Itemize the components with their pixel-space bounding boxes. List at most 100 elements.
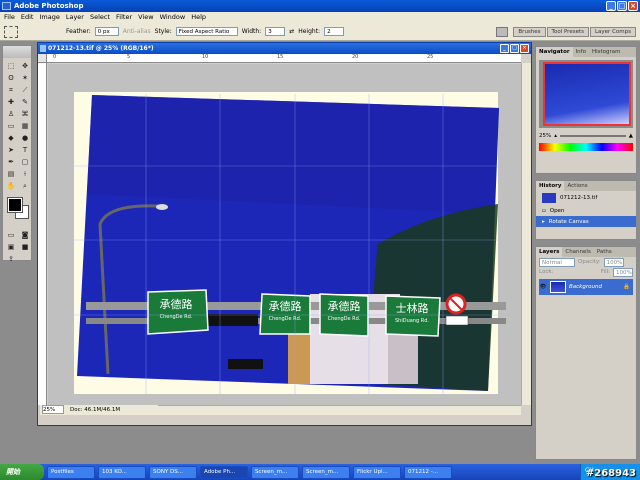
task-screen-1[interactable]: Screen_m...: [251, 465, 299, 479]
minimize-button[interactable]: _: [606, 1, 616, 11]
navigator-zoom-value[interactable]: 25%: [539, 133, 551, 139]
zoom-field[interactable]: 25%: [42, 405, 64, 414]
history-item-open[interactable]: ▫ Open: [536, 205, 636, 216]
history-panel: History Actions 071212-13.tif ▫ Open ▸ R…: [535, 180, 637, 240]
opacity-input[interactable]: 100%: [603, 257, 624, 267]
gradient-tool-icon[interactable]: ▦: [19, 121, 31, 132]
task-photoshop[interactable]: Adobe Ph...: [200, 465, 248, 479]
start-button[interactable]: 開始: [0, 464, 44, 480]
zoom-in-icon[interactable]: ▲: [629, 133, 633, 139]
width-input[interactable]: 3: [265, 27, 286, 36]
doc-minimize-button[interactable]: _: [500, 44, 509, 53]
style-select[interactable]: Fixed Aspect Ratio: [175, 27, 238, 36]
lasso-tool-icon[interactable]: ʘ: [5, 73, 17, 84]
screen-mode-full-icon[interactable]: ■: [19, 242, 31, 253]
menu-layer[interactable]: Layer: [66, 12, 84, 23]
history-item-rotate-canvas[interactable]: ▸ Rotate Canvas: [536, 216, 636, 227]
crop-tool-icon[interactable]: ⌗: [5, 85, 17, 96]
history-brush-tool-icon[interactable]: ⌘: [19, 109, 31, 120]
tab-info[interactable]: Info: [573, 47, 589, 57]
move-tool-icon[interactable]: ✥: [19, 61, 31, 72]
navigator-view-box[interactable]: [543, 62, 631, 126]
menu-image[interactable]: Image: [39, 12, 59, 23]
menu-filter[interactable]: Filter: [116, 12, 132, 23]
menu-file[interactable]: File: [4, 12, 15, 23]
eye-icon[interactable]: 👁: [539, 284, 547, 290]
quick-mask-mode-icon[interactable]: ◙: [19, 230, 31, 241]
marquee-tool-preset-icon[interactable]: [4, 25, 18, 38]
canvas-area[interactable]: 承德路 ChengDe Rd. 承德路 ChengDe Rd. 承德路 Chen…: [48, 64, 521, 405]
jump-to-imageready-icon[interactable]: ⇪: [5, 254, 17, 265]
foreground-color-swatch[interactable]: [7, 197, 23, 213]
menu-select[interactable]: Select: [90, 12, 110, 23]
tab-history[interactable]: History: [536, 181, 565, 191]
healing-brush-tool-icon[interactable]: ✚: [5, 97, 17, 108]
type-tool-icon[interactable]: T: [19, 145, 31, 156]
tab-paths[interactable]: Paths: [594, 247, 615, 257]
hand-tool-icon[interactable]: ✋: [5, 181, 17, 192]
feather-label: Feather:: [66, 28, 91, 35]
standard-mode-icon[interactable]: ▭: [5, 230, 17, 241]
menu-window[interactable]: Window: [160, 12, 186, 23]
ruler-origin[interactable]: [38, 54, 47, 63]
notes-tool-icon[interactable]: ▤: [5, 169, 17, 180]
tab-navigator[interactable]: Navigator: [536, 47, 573, 57]
layer-row-background[interactable]: 👁 Background 🔒: [539, 279, 633, 295]
slice-tool-icon[interactable]: ⟋: [19, 85, 31, 96]
maximize-button[interactable]: □: [617, 1, 627, 11]
palette-tab-layer-comps[interactable]: Layer Comps: [589, 27, 636, 37]
close-button[interactable]: ×: [628, 1, 638, 11]
menu-help[interactable]: Help: [191, 12, 206, 23]
magic-wand-tool-icon[interactable]: ✶: [19, 73, 31, 84]
doc-size-info[interactable]: Doc: 46.1M/46.1M: [70, 405, 120, 415]
tab-histogram[interactable]: Histogram: [589, 47, 624, 57]
vertical-scrollbar[interactable]: [521, 63, 531, 405]
tab-actions[interactable]: Actions: [564, 181, 590, 191]
marquee-tool-icon[interactable]: ⬚: [5, 61, 17, 72]
file-browser-icon[interactable]: [496, 27, 509, 37]
task-screen-2[interactable]: Screen_m...: [302, 465, 350, 479]
opacity-label: Opacity:: [578, 259, 601, 265]
dodge-tool-icon[interactable]: ●: [19, 133, 31, 144]
palette-tab-brushes[interactable]: Brushes: [513, 27, 546, 37]
clone-stamp-tool-icon[interactable]: ♙: [5, 109, 17, 120]
horizontal-ruler[interactable]: 0 5 10 15 20 25: [47, 54, 521, 63]
task-071212[interactable]: 071212 -...: [404, 465, 452, 479]
menu-view[interactable]: View: [138, 12, 153, 23]
color-ramp[interactable]: [539, 143, 633, 151]
history-item-label: Rotate Canvas: [548, 218, 589, 225]
screen-mode-standard-icon[interactable]: ▣: [5, 242, 17, 253]
task-postfiles[interactable]: Postfiles: [47, 465, 95, 479]
zoom-slider[interactable]: [560, 135, 626, 137]
path-selection-tool-icon[interactable]: ➤: [5, 145, 17, 156]
layers-panel: Layers Channels Paths Normal Opacity: 10…: [535, 246, 637, 460]
tab-channels[interactable]: Channels: [562, 247, 593, 257]
swap-icon[interactable]: ⇄: [289, 28, 294, 35]
fill-input[interactable]: 100%: [613, 267, 633, 277]
task-ko[interactable]: 103 KO...: [98, 465, 146, 479]
eyedropper-tool-icon[interactable]: ⟊: [19, 169, 31, 180]
feather-input[interactable]: 0 px: [94, 27, 119, 36]
palette-tab-tool-presets[interactable]: Tool Presets: [546, 27, 589, 37]
task-flickr[interactable]: Flickr Upl...: [353, 465, 401, 479]
brush-tool-icon[interactable]: ✎: [19, 97, 31, 108]
navigator-thumbnail[interactable]: [539, 60, 633, 128]
doc-close-button[interactable]: ×: [520, 44, 529, 53]
eraser-tool-icon[interactable]: ▭: [5, 121, 17, 132]
tab-layers[interactable]: Layers: [536, 247, 563, 257]
zoom-out-icon[interactable]: ▴: [554, 133, 557, 139]
blur-tool-icon[interactable]: ◆: [5, 133, 17, 144]
anti-alias-checkbox[interactable]: Anti-alias: [123, 28, 151, 35]
horizontal-scrollbar[interactable]: [158, 405, 521, 415]
shape-tool-icon[interactable]: ▢: [19, 157, 31, 168]
pen-tool-icon[interactable]: ✒: [5, 157, 17, 168]
blend-mode-select[interactable]: Normal: [539, 257, 575, 267]
vertical-ruler[interactable]: [38, 63, 47, 405]
task-sony[interactable]: SONY DS...: [149, 465, 197, 479]
photo-canvas[interactable]: 承德路 ChengDe Rd. 承德路 ChengDe Rd. 承德路 Chen…: [48, 64, 521, 396]
history-snapshot[interactable]: 071212-13.tif: [536, 191, 636, 205]
doc-maximize-button[interactable]: □: [510, 44, 519, 53]
menu-edit[interactable]: Edit: [21, 12, 34, 23]
zoom-tool-icon[interactable]: ⌕: [19, 181, 31, 192]
height-input[interactable]: 2: [324, 27, 345, 36]
